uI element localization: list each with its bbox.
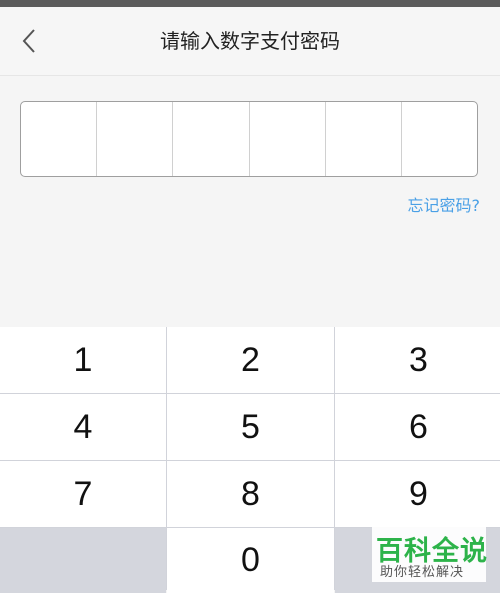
- key-blank-left: [0, 528, 166, 593]
- pin-digit-6: [402, 102, 477, 176]
- pin-digit-3: [173, 102, 250, 176]
- page-title: 请输入数字支付密码: [160, 29, 340, 53]
- key-1[interactable]: 1: [0, 327, 166, 393]
- key-5[interactable]: 5: [167, 394, 334, 460]
- watermark-subtitle: 助你轻松解决: [380, 565, 465, 580]
- header: 请输入数字支付密码: [0, 7, 500, 76]
- key-9[interactable]: 9: [335, 461, 500, 527]
- key-7[interactable]: 7: [0, 461, 166, 527]
- key-3[interactable]: 3: [335, 327, 500, 393]
- pin-digit-2: [97, 102, 174, 176]
- forgot-password-link[interactable]: 忘记密码?: [408, 192, 481, 216]
- pin-input[interactable]: [20, 101, 478, 177]
- key-8[interactable]: 8: [167, 461, 334, 527]
- key-6[interactable]: 6: [335, 394, 500, 460]
- pin-digit-1: [21, 102, 98, 176]
- key-4[interactable]: 4: [0, 394, 166, 460]
- pin-digit-4: [250, 102, 326, 176]
- pin-digit-5: [326, 102, 402, 176]
- key-0[interactable]: 0: [167, 528, 334, 593]
- watermark: 百科全说 助你轻松解决: [372, 527, 487, 582]
- key-2[interactable]: 2: [167, 327, 334, 393]
- status-bar: [0, 0, 500, 7]
